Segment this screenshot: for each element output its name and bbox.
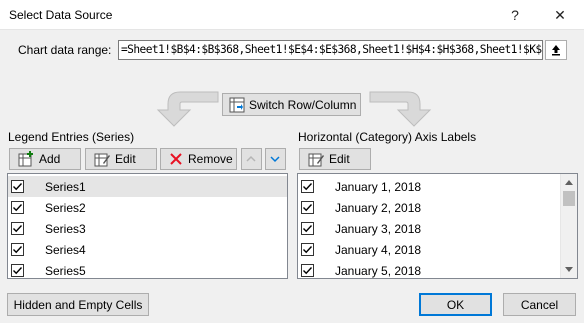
checkmark-icon: [13, 225, 23, 233]
axis-toolbar: Edit: [297, 146, 578, 172]
checkmark-icon: [13, 183, 23, 191]
close-icon: ✕: [554, 6, 566, 23]
item-checkbox[interactable]: [11, 201, 24, 214]
switch-row-column-label: Switch Row/Column: [249, 97, 357, 112]
item-label: Series5: [45, 263, 86, 278]
window-title: Select Data Source: [9, 8, 113, 22]
item-label: January 4, 2018: [335, 242, 422, 257]
scroll-down-icon: [565, 267, 573, 272]
item-checkbox[interactable]: [301, 264, 314, 277]
legend-entries-label: Legend Entries (Series): [8, 130, 135, 144]
move-down-button[interactable]: [265, 148, 286, 170]
edit-axis-labels-label: Edit: [329, 152, 350, 166]
add-series-label: Add: [39, 152, 61, 166]
cancel-label: Cancel: [520, 297, 559, 312]
ok-button[interactable]: OK: [419, 293, 492, 316]
checkmark-icon: [303, 204, 313, 212]
item-label: January 2, 2018: [335, 200, 422, 215]
edit-series-button[interactable]: Edit: [85, 148, 157, 170]
scroll-down-arrow[interactable]: [561, 262, 577, 278]
item-checkbox[interactable]: [301, 180, 314, 193]
switch-row-column-button[interactable]: Switch Row/Column: [222, 93, 361, 116]
hidden-empty-cells-label: Hidden and Empty Cells: [13, 297, 143, 312]
edit-icon: [94, 153, 110, 167]
item-checkbox[interactable]: [301, 243, 314, 256]
list-item[interactable]: Series1: [8, 176, 287, 197]
chevron-down-icon: [270, 156, 280, 163]
checkmark-icon: [13, 267, 23, 275]
help-button[interactable]: ?: [502, 4, 528, 26]
checkmark-icon: [13, 204, 23, 212]
scroll-thumb[interactable]: [563, 191, 575, 206]
item-checkbox[interactable]: [11, 264, 24, 277]
item-checkbox[interactable]: [11, 222, 24, 235]
add-series-button[interactable]: Add: [9, 148, 81, 170]
help-icon: ?: [511, 7, 519, 23]
list-item[interactable]: January 2, 2018: [298, 197, 560, 218]
right-curved-arrow-icon: [369, 91, 432, 127]
list-item[interactable]: Series4: [8, 239, 287, 260]
checkmark-icon: [13, 246, 23, 254]
item-checkbox[interactable]: [11, 180, 24, 193]
item-label: January 5, 2018: [335, 263, 422, 278]
hidden-empty-cells-button[interactable]: Hidden and Empty Cells: [7, 293, 149, 316]
item-label: Series4: [45, 242, 86, 257]
list-item[interactable]: January 5, 2018: [298, 260, 560, 278]
left-curved-arrow-icon: [156, 91, 219, 127]
move-up-button[interactable]: [241, 148, 262, 170]
chart-data-range-label: Chart data range:: [18, 43, 112, 57]
cancel-button[interactable]: Cancel: [503, 293, 576, 316]
list-item[interactable]: January 1, 2018: [298, 176, 560, 197]
item-label: Series2: [45, 200, 86, 215]
list-item[interactable]: Series5: [8, 260, 287, 278]
item-checkbox[interactable]: [301, 222, 314, 235]
item-checkbox[interactable]: [301, 201, 314, 214]
list-item[interactable]: January 3, 2018: [298, 218, 560, 239]
list-item[interactable]: January 4, 2018: [298, 239, 560, 260]
legend-toolbar: Add Edit Remove: [7, 146, 288, 172]
checkmark-icon: [303, 183, 313, 191]
item-label: Series3: [45, 221, 86, 236]
add-series-icon: [18, 151, 33, 167]
collapse-dialog-button[interactable]: [545, 40, 567, 60]
item-label: January 1, 2018: [335, 179, 422, 194]
remove-series-button[interactable]: Remove: [160, 148, 237, 170]
list-item[interactable]: Series3: [8, 218, 287, 239]
axis-labels-label: Horizontal (Category) Axis Labels: [298, 130, 477, 144]
close-button[interactable]: ✕: [547, 4, 573, 26]
scroll-up-arrow[interactable]: [561, 174, 577, 190]
remove-series-label: Remove: [188, 152, 233, 166]
ok-label: OK: [446, 297, 465, 312]
axis-list-scrollbar[interactable]: [560, 174, 577, 278]
scroll-up-icon: [565, 180, 573, 185]
edit-axis-labels-button[interactable]: Edit: [299, 148, 371, 170]
axis-labels-list[interactable]: January 1, 2018 January 2, 2018 January 3,…: [297, 173, 578, 279]
chart-data-range-input[interactable]: =Sheet1!$B$4:$B$368,Sheet1!$E$4:$E$368,S…: [118, 40, 543, 60]
checkmark-icon: [303, 225, 313, 233]
item-label: Series1: [45, 179, 86, 194]
chevron-up-icon: [246, 155, 256, 162]
remove-x-icon: [170, 153, 182, 165]
title-bar: Select Data Source ? ✕: [0, 0, 584, 30]
checkmark-icon: [303, 246, 313, 254]
edit-series-label: Edit: [115, 152, 136, 166]
list-item[interactable]: Series2: [8, 197, 287, 218]
collapse-dialog-icon: [552, 45, 560, 56]
item-checkbox[interactable]: [11, 243, 24, 256]
item-label: January 3, 2018: [335, 221, 422, 236]
checkmark-icon: [303, 267, 313, 275]
legend-entries-list[interactable]: Series1 Series2 Series3 Series4 Series5: [7, 173, 288, 279]
edit-icon: [308, 153, 324, 167]
switch-row-column-icon: [229, 97, 245, 112]
